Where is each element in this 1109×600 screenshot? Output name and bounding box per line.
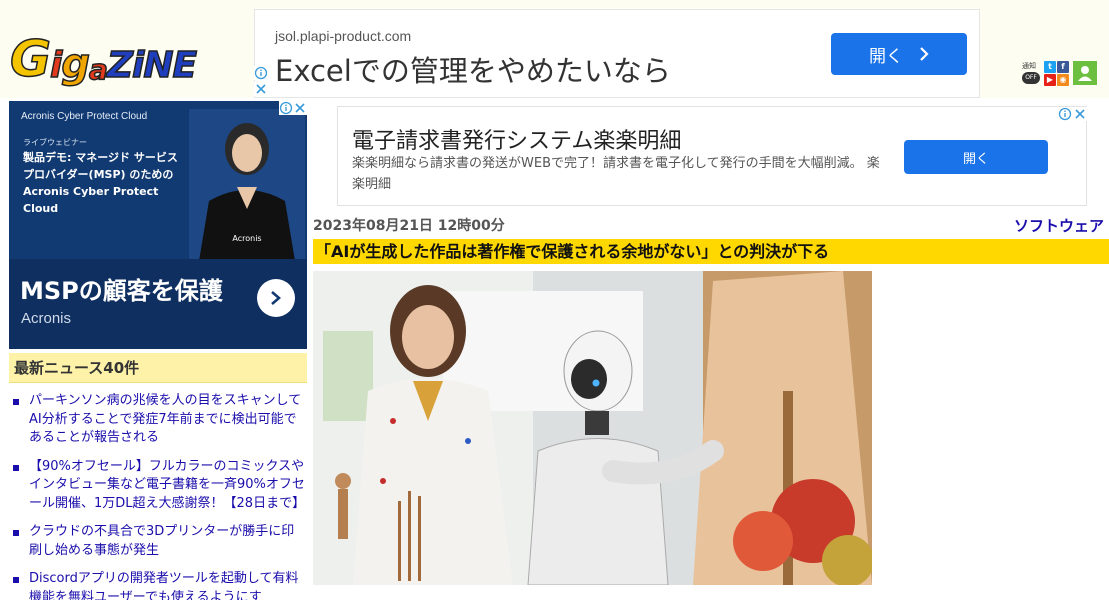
gigazine-logo[interactable]: Gi g a ZiNE: [9, 28, 220, 85]
article-headline: 「AIが生成した作品は著作権で保護される余地がない」との判決が下る: [313, 239, 1109, 264]
bullet-icon: [13, 464, 19, 471]
news-heading: 最新ニュース40件: [9, 353, 307, 383]
notification-label: 通知: [1022, 62, 1036, 70]
ad-title[interactable]: 電子請求書発行システム楽楽明細: [352, 123, 681, 155]
ad-big-text: MSPの顧客を保護: [20, 277, 223, 305]
news-item[interactable]: クラウドの不具合で3Dプリンターが勝手に印刷し始める事態が発生: [9, 523, 307, 560]
news-item-link[interactable]: パーキンソン病の兆候を人の目をスキャンしてAI分析することで発症7年前までに検出…: [29, 393, 301, 445]
news-list: パーキンソン病の兆候を人の目をスキャンしてAI分析することで発症7年前までに検出…: [9, 392, 307, 600]
chevron-right-icon: [920, 47, 929, 61]
ad-url: jsol.plapi-product.com: [275, 28, 412, 44]
news-item-link[interactable]: Discordアプリの開発者ツールを起動して有料機能を無料ユーザーでも使えるよう…: [29, 571, 298, 600]
ad-headline[interactable]: Excelでの管理をやめたいなら: [275, 48, 671, 90]
bullet-icon: [13, 399, 19, 405]
ad-close-icon[interactable]: [293, 101, 307, 115]
youtube-icon[interactable]: ▶: [1044, 73, 1056, 86]
ad-brand: Acronis Cyber Protect Cloud: [21, 111, 148, 122]
chevron-right-icon: [271, 291, 281, 305]
article-image: [313, 271, 872, 585]
sidebar-ad[interactable]: Acronis Cyber Protect Cloud ライブウェビナー 製品デ…: [9, 101, 307, 349]
news-item[interactable]: 【90%オフセール】フルカラーのコミックスやインタビュー集など電子書籍を一斉90…: [9, 458, 307, 514]
bullet-icon: [13, 530, 19, 536]
shirt-logo: Acronis: [232, 234, 261, 243]
ad-description: 楽楽明細なら請求書の発送がWEBで完了！請求書を電子化して発行の手間を大幅削減。…: [352, 156, 880, 192]
ad-subtitle: ライブウェビナー: [23, 138, 87, 147]
notification-toggle[interactable]: 通知 OFF: [1022, 61, 1040, 85]
news-item-link[interactable]: 【90%オフセール】フルカラーのコミックスやインタビュー集など電子書籍を一斉90…: [29, 459, 305, 511]
top-banner-ad[interactable]: jsol.plapi-product.com Excelでの管理をやめたいなら …: [254, 9, 980, 98]
notification-state: OFF: [1022, 72, 1040, 84]
rss-icon[interactable]: ◉: [1057, 73, 1069, 86]
ad-open-button-label: 開く: [869, 46, 903, 67]
ad-info-icon[interactable]: [279, 101, 293, 115]
ad-person-image: Acronis: [189, 109, 305, 261]
ad-info-icon[interactable]: [1058, 107, 1072, 121]
site-header: Gi g a ZiNE jsol.plapi-product.com Excelでの管…: [0, 0, 1109, 98]
bullet-icon: [13, 577, 19, 583]
user-icon[interactable]: [1073, 61, 1097, 85]
twitter-icon[interactable]: t: [1044, 60, 1056, 73]
news-item[interactable]: Discordアプリの開発者ツールを起動して有料機能を無料ユーザーでも使えるよう…: [9, 570, 307, 600]
article-date: 2023年08月21日 12時00分: [313, 218, 505, 234]
news-item-link[interactable]: クラウドの不具合で3Dプリンターが勝手に印刷し始める事態が発生: [29, 524, 294, 558]
news-item[interactable]: パーキンソン病の兆候を人の目をスキャンしてAI分析することで発症7年前までに検出…: [9, 392, 307, 448]
ad-demo-text: 製品デモ: マネージド サービスプロバイダー(MSP) のためのAcronis …: [23, 151, 178, 215]
header-icons: 通知 OFF t f ▶ ◉: [1022, 60, 1109, 86]
main-content-ad[interactable]: 電子請求書発行システム楽楽明細 楽楽明細なら請求書の発送がWEBで完了！請求書を…: [337, 106, 1087, 206]
ad-close-icon[interactable]: [254, 82, 268, 96]
ad-open-button[interactable]: 開く: [831, 33, 967, 75]
facebook-icon[interactable]: f: [1057, 60, 1069, 73]
ad-open-button[interactable]: 開く: [904, 140, 1048, 174]
person-icon: [1078, 66, 1092, 81]
article-category-link[interactable]: ソフトウェア: [1014, 215, 1104, 236]
ad-info-icon[interactable]: [254, 66, 268, 80]
ad-go-button[interactable]: [257, 279, 295, 317]
social-links: t f ▶ ◉: [1044, 60, 1069, 86]
ad-close-icon[interactable]: [1073, 107, 1087, 121]
ad-company: Acronis: [21, 310, 72, 327]
